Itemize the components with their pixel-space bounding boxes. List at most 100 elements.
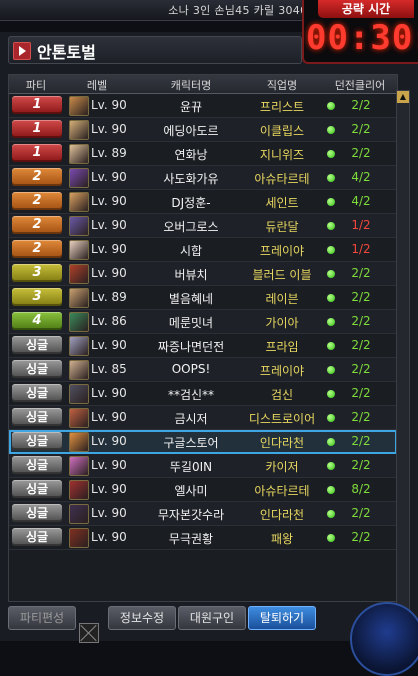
character-name: 별음혜네 bbox=[168, 292, 214, 306]
dungeon-clear-count: 1/2 bbox=[351, 242, 371, 256]
party-badge: 2 bbox=[12, 192, 62, 210]
level-text: Lv. 90 bbox=[91, 458, 127, 472]
table-row[interactable]: 3 Lv. 89 별음혜네 레이븐 2/2 bbox=[9, 286, 397, 310]
party-badge: 4 bbox=[12, 312, 62, 330]
character-name: 메룬밋녀 bbox=[168, 316, 214, 330]
table-row[interactable]: 2 Lv. 90 시합 프레이야 1/2 bbox=[9, 238, 397, 262]
character-name: 엘사미 bbox=[174, 484, 208, 498]
timer-box: 공략 시간 00:30: bbox=[302, 0, 418, 64]
table-row[interactable]: 싱글 Lv. 90 뚜길0IN 카이저 2/2 bbox=[9, 454, 397, 478]
level-text: Lv. 90 bbox=[91, 98, 127, 112]
character-avatar-icon bbox=[69, 504, 89, 524]
table-row[interactable]: 싱글 Lv. 90 구글스토어 인다라천 2/2 bbox=[9, 430, 397, 454]
table-scrollbar[interactable]: ▲ ▼ bbox=[396, 90, 410, 634]
character-name: 사도화가유 bbox=[163, 172, 219, 186]
online-status-icon bbox=[327, 294, 335, 302]
table-row[interactable]: 2 Lv. 90 DJ정훈- 세인트 4/2 bbox=[9, 190, 397, 214]
header-name: 캐릭터명 bbox=[170, 79, 212, 92]
table-row[interactable]: 싱글 Lv. 85 OOPS! 프레이야 2/2 bbox=[9, 358, 397, 382]
dungeon-clear-count: 2/2 bbox=[351, 98, 371, 112]
character-name: 윤뀨 bbox=[179, 100, 203, 114]
job-name: 레이븐 bbox=[265, 292, 299, 306]
character-name: DJ정훈- bbox=[171, 196, 211, 210]
party-badge: 1 bbox=[12, 120, 62, 138]
online-status-icon bbox=[327, 174, 335, 182]
online-status-icon bbox=[327, 414, 335, 422]
character-avatar-icon bbox=[69, 408, 89, 428]
table-row[interactable]: 싱글 Lv. 90 엘사미 아슈타르테 8/2 bbox=[9, 478, 397, 502]
character-name: OOPS! bbox=[171, 362, 211, 376]
online-status-icon bbox=[327, 510, 335, 518]
online-status-icon bbox=[327, 366, 335, 374]
character-avatar-icon bbox=[69, 264, 89, 284]
table-row[interactable]: 2 Lv. 90 사도화가유 아슈타르테 4/2 bbox=[9, 166, 397, 190]
character-avatar-icon bbox=[69, 456, 89, 476]
character-avatar-icon bbox=[69, 384, 89, 404]
character-name: 버뷰치 bbox=[174, 268, 208, 282]
party-badge: 1 bbox=[12, 96, 62, 114]
table-row[interactable]: 싱글 Lv. 90 무자본갓수라 인다라천 2/2 bbox=[9, 502, 397, 526]
character-avatar-icon bbox=[69, 480, 89, 500]
table-row[interactable]: 싱글 Lv. 90 짜증나면던전 프라임 2/2 bbox=[9, 334, 397, 358]
character-avatar-icon bbox=[69, 528, 89, 548]
party-badge: 3 bbox=[12, 264, 62, 282]
party-edit-button[interactable]: 파티편성 bbox=[8, 606, 76, 630]
header-party: 파티 bbox=[25, 79, 47, 92]
level-text: Lv. 90 bbox=[91, 218, 127, 232]
character-name: **검신** bbox=[167, 388, 215, 402]
character-name: 무자본갓수라 bbox=[157, 508, 225, 522]
job-name: 가이아 bbox=[265, 316, 299, 330]
empty-slot-checkbox[interactable] bbox=[79, 623, 99, 643]
online-status-icon bbox=[327, 438, 335, 446]
dungeon-clear-count: 2/2 bbox=[351, 338, 371, 352]
party-badge: 1 bbox=[12, 144, 62, 162]
table-row[interactable]: 싱글 Lv. 90 **검신** 검신 2/2 bbox=[9, 382, 397, 406]
job-name: 디스트로이어 bbox=[248, 412, 316, 426]
table-row[interactable]: 1 Lv. 90 에딩아도르 이클립스 2/2 bbox=[9, 118, 397, 142]
top-info-text: 소나 3인 손님45 카릴 304050 bbox=[168, 4, 322, 17]
dungeon-clear-count: 2/2 bbox=[351, 146, 371, 160]
recruit-button[interactable]: 대원구인 bbox=[178, 606, 246, 630]
level-text: Lv. 86 bbox=[91, 314, 127, 328]
panel-titlebar: 안톤토벌 bbox=[8, 36, 302, 64]
party-badge: 2 bbox=[12, 216, 62, 234]
scroll-up-icon[interactable]: ▲ bbox=[397, 91, 409, 103]
panel-title: 안톤토벌 bbox=[37, 43, 96, 62]
character-avatar-icon bbox=[69, 120, 89, 140]
party-badge: 2 bbox=[12, 240, 62, 258]
table-row[interactable]: 2 Lv. 90 오버그로스 듀란달 1/2 bbox=[9, 214, 397, 238]
level-text: Lv. 90 bbox=[91, 338, 127, 352]
leave-button[interactable]: 탈퇴하기 bbox=[248, 606, 316, 630]
online-status-icon bbox=[327, 102, 335, 110]
job-name: 블러드 이블 bbox=[252, 268, 312, 282]
level-text: Lv. 90 bbox=[91, 170, 127, 184]
job-name: 아슈타르테 bbox=[254, 484, 310, 498]
online-status-icon bbox=[327, 246, 335, 254]
member-table: 파티 레벨 캐릭터명 직업명 던전클리어 1 Lv. 90 윤뀨 프리스트 2/2 1 Lv… bbox=[8, 74, 398, 643]
online-status-icon bbox=[327, 462, 335, 470]
dungeon-clear-count: 2/2 bbox=[351, 506, 371, 520]
online-status-icon bbox=[327, 126, 335, 134]
party-badge: 싱글 bbox=[12, 504, 62, 522]
table-row[interactable]: 4 Lv. 86 메룬밋녀 가이아 2/2 bbox=[9, 310, 397, 334]
job-name: 인다라천 bbox=[259, 508, 305, 522]
dungeon-clear-count: 4/2 bbox=[351, 194, 371, 208]
party-badge: 싱글 bbox=[12, 336, 62, 354]
table-row[interactable]: 3 Lv. 90 버뷰치 블러드 이블 2/2 bbox=[9, 262, 397, 286]
character-avatar-icon bbox=[69, 96, 89, 116]
table-row[interactable]: 싱글 Lv. 90 금시저 디스트로이어 2/2 bbox=[9, 406, 397, 430]
online-status-icon bbox=[327, 342, 335, 350]
online-status-icon bbox=[327, 270, 335, 278]
job-name: 세인트 bbox=[265, 196, 299, 210]
character-avatar-icon bbox=[69, 336, 89, 356]
level-text: Lv. 90 bbox=[91, 122, 127, 136]
table-row[interactable]: 1 Lv. 90 윤뀨 프리스트 2/2 bbox=[9, 94, 397, 118]
info-edit-button[interactable]: 정보수정 bbox=[108, 606, 176, 630]
character-name: 짜증나면던전 bbox=[157, 340, 225, 354]
header-job: 직업명 bbox=[266, 79, 298, 92]
dungeon-clear-count: 2/2 bbox=[351, 410, 371, 424]
dungeon-clear-count: 2/2 bbox=[351, 314, 371, 328]
party-badge: 3 bbox=[12, 288, 62, 306]
table-row[interactable]: 1 Lv. 89 연화낭 지니위즈 2/2 bbox=[9, 142, 397, 166]
table-row[interactable]: 싱글 Lv. 90 무극권황 패왕 2/2 bbox=[9, 526, 397, 550]
